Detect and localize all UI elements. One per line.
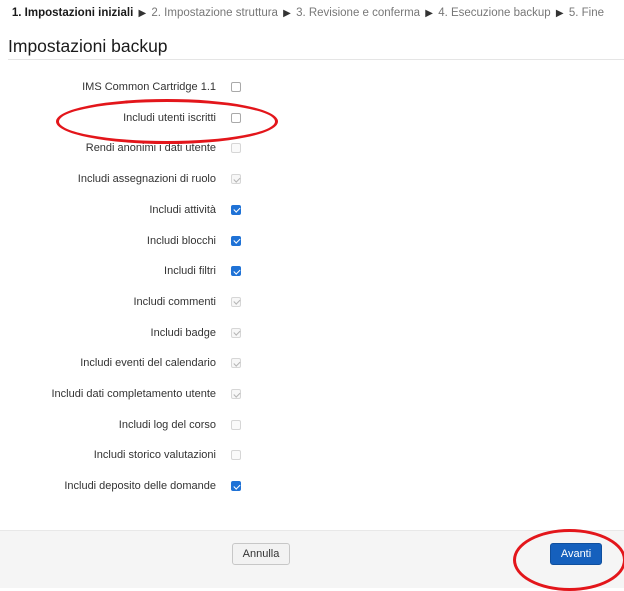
setting-row: Includi blocchi	[0, 233, 624, 253]
breadcrumb-step-4: 4. Esecuzione backup	[438, 7, 551, 19]
breadcrumb-step-1: 1. Impostazioni iniziali	[11, 7, 134, 19]
next-button[interactable]: Avanti	[550, 543, 602, 565]
setting-label: Includi assegnazioni di ruolo	[77, 173, 216, 186]
setting-label: Includi utenti iscritti	[123, 111, 216, 124]
setting-checkbox[interactable]	[231, 235, 241, 246]
setting-checkbox	[231, 174, 241, 185]
setting-label: Includi dati completamento utente	[51, 388, 217, 400]
setting-row: Includi assegnazioni di ruolo	[0, 171, 624, 191]
setting-checkbox	[231, 358, 241, 369]
setting-checkbox	[231, 327, 241, 338]
setting-row: IMS Common Cartridge 1.1	[0, 79, 624, 99]
setting-label: Includi blocchi	[146, 234, 216, 247]
setting-checkbox[interactable]	[231, 266, 241, 277]
setting-checkbox[interactable]	[231, 204, 241, 215]
setting-label: Includi filtri	[164, 265, 216, 278]
setting-label: Includi log del corso	[118, 418, 216, 431]
setting-row: Includi storico valutazioni	[0, 447, 624, 467]
setting-checkbox[interactable]	[231, 112, 241, 123]
setting-row: Includi deposito delle domande	[0, 478, 624, 498]
setting-label: IMS Common Cartridge 1.1	[82, 81, 216, 93]
page-title: Impostazioni backup	[8, 36, 168, 56]
setting-row: Includi badge	[0, 325, 624, 345]
setting-row: Includi dati completamento utente	[0, 386, 624, 406]
setting-checkbox	[231, 296, 241, 307]
cancel-button[interactable]: Annulla	[232, 543, 290, 565]
setting-label: Rendi anonimi i dati utente	[85, 142, 216, 155]
setting-row: Rendi anonimi i dati utente	[0, 140, 624, 160]
breadcrumb-separator-icon: ▶	[555, 8, 564, 19]
setting-row: Includi filtri	[0, 263, 624, 283]
setting-row: Includi utenti iscritti	[0, 110, 624, 130]
setting-checkbox	[231, 450, 241, 461]
setting-row: Includi attività	[0, 202, 624, 222]
setting-label: Includi badge	[150, 326, 216, 339]
setting-row: Includi eventi del calendario	[0, 355, 624, 375]
setting-label: Includi eventi del calendario	[80, 357, 216, 370]
setting-checkbox	[231, 389, 241, 399]
breadcrumb-step-2: 2. Impostazione struttura	[151, 7, 278, 19]
setting-checkbox	[231, 419, 241, 430]
title-divider	[8, 59, 624, 60]
breadcrumb-separator-icon: ▶	[283, 8, 291, 19]
setting-label: Includi commenti	[133, 295, 216, 308]
breadcrumb-step-3: 3. Revisione e conferma	[296, 7, 421, 19]
setting-row: Includi commenti	[0, 294, 624, 314]
breadcrumb-separator-icon: ▶	[425, 8, 433, 19]
setting-checkbox[interactable]	[231, 481, 241, 492]
setting-label: Includi attività	[149, 203, 216, 216]
breadcrumb: 1. Impostazioni iniziali ▶ 2. Impostazio…	[12, 7, 604, 19]
setting-checkbox	[231, 143, 241, 154]
setting-label: Includi deposito delle domande	[64, 480, 216, 493]
breadcrumb-separator-icon: ▶	[138, 8, 147, 19]
breadcrumb-step-5: 5. Fine	[568, 7, 604, 19]
setting-checkbox[interactable]	[231, 82, 241, 92]
form-footer: Annulla Avanti	[0, 530, 624, 588]
setting-row: Includi log del corso	[0, 417, 624, 437]
setting-label: Includi storico valutazioni	[93, 449, 216, 462]
